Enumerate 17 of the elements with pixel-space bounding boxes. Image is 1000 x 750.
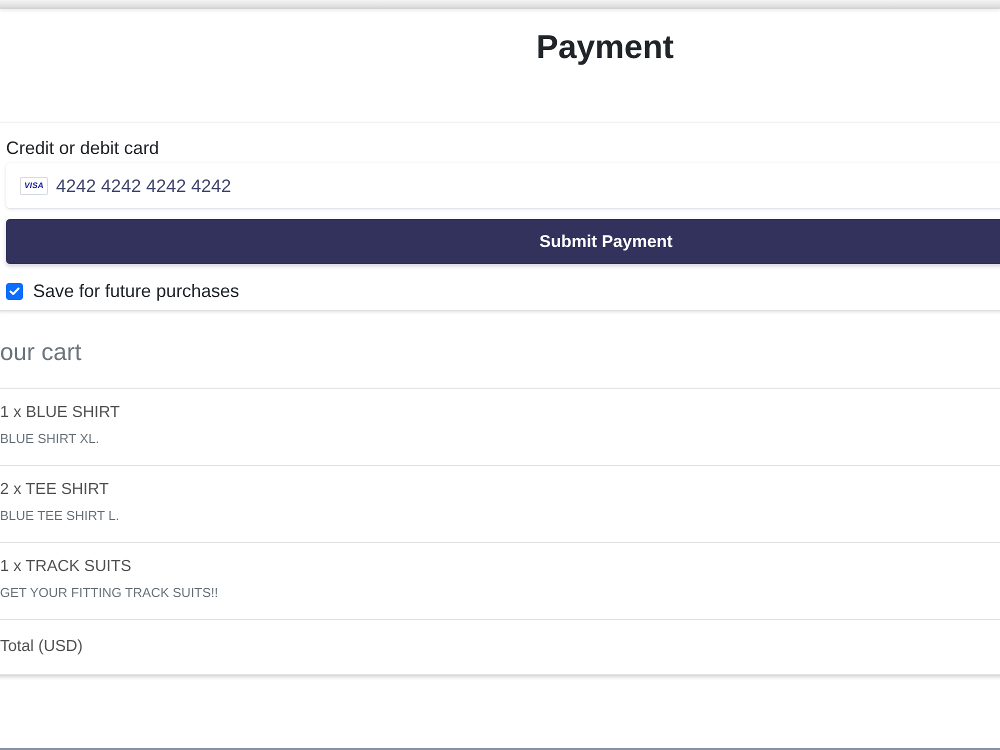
card-field-label: Credit or debit card xyxy=(6,137,160,159)
card-number-value: 4242 4242 4242 4242 xyxy=(56,174,232,196)
card-number-field[interactable]: VISA 4242 4242 4242 4242 xyxy=(6,163,1000,208)
checkmark-icon xyxy=(9,286,20,296)
save-checkbox[interactable] xyxy=(6,282,23,300)
total-label: Total (USD) xyxy=(0,637,83,657)
cart-heading: our cart xyxy=(0,338,82,368)
submit-payment-button[interactable]: Submit Payment xyxy=(6,219,1000,264)
item-name: 1 x BLUE SHIRT xyxy=(0,403,120,423)
item-name: 2 x TEE SHIRT xyxy=(0,480,109,500)
item-description: BLUE TEE SHIRT L. xyxy=(0,507,120,525)
save-option-label: Save for future purchases xyxy=(33,280,240,302)
item-name: 1 x TRACK SUITS xyxy=(0,557,132,577)
item-description: BLUE SHIRT XL. xyxy=(0,430,100,448)
page-title: Payment xyxy=(536,28,674,66)
card-brand-logo: VISA xyxy=(20,176,48,194)
item-description: GET YOUR FITTING TRACK SUITS!! xyxy=(0,584,218,602)
